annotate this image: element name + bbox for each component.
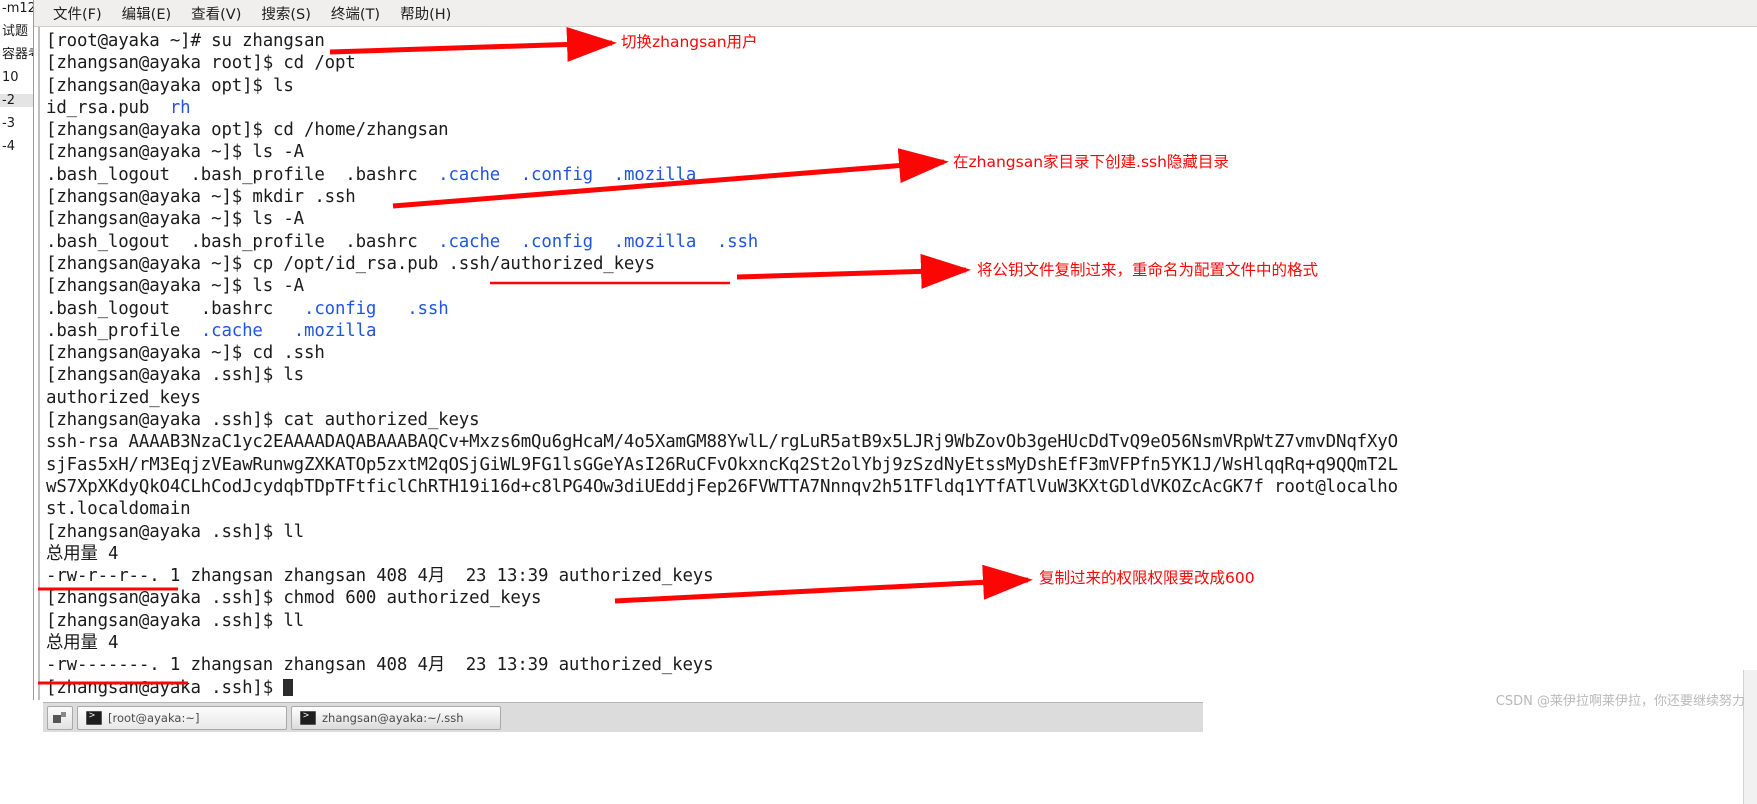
terminal-line: [zhangsan@ayaka opt]$ ls [46,75,294,96]
terminal-text: .bash_profile [46,320,201,341]
directory-name: .cache [438,231,501,252]
terminal-line: [zhangsan@ayaka .ssh]$ ll [46,521,305,542]
directory-name: .config [520,164,593,185]
terminal-icon [300,710,316,725]
terminal-line: .bash_profile .cache .mozilla [40,320,1757,342]
directory-name: rh [169,97,191,118]
terminal-icon [86,710,102,725]
terminal-line: wS7XpXKdyQkO4CLhCodJcydqbTDpTFtficlChRTH… [46,476,1398,497]
terminal-line: ssh-rsa AAAAB3NzaC1yc2EAAAADAQABAAABAQCv… [46,432,1398,453]
menu-file[interactable]: 文件(F) [44,1,111,26]
directory-name: .mozilla [293,320,377,341]
terminal-text: .bash_logout .bash_profile .bashrc [46,164,439,185]
menu-bar: 文件(F) 编辑(E) 查看(V) 搜索(S) 终端(T) 帮助(H) [34,0,1757,27]
menu-edit[interactable]: 编辑(E) [113,1,180,26]
terminal-text: .bash_logout .bash_profile .bashrc [46,231,439,252]
terminal-line: [zhangsan@ayaka .ssh]$ ls [46,365,305,386]
scrollbar[interactable] [1743,670,1757,804]
taskbar-task-label: [root@ayaka:~] [108,710,200,725]
terminal-cursor [283,678,294,696]
taskbar-task-label: zhangsan@ayaka:~/.ssh [322,710,464,725]
taskbar-task[interactable]: zhangsan@ayaka:~/.ssh [291,705,501,730]
terminal-line: [zhangsan@ayaka .ssh]$ ll [46,610,305,631]
menu-search[interactable]: 搜索(S) [252,1,320,26]
directory-name: .cache [200,320,263,341]
terminal-line: id_rsa.pub rh [40,97,1757,119]
terminal-line: -rw-r--r--. 1 zhangsan zhangsan 408 4月 2… [46,566,714,587]
annotation-create-ssh-dir: 在zhangsan家目录下创建.ssh隐藏目录 [953,153,1229,171]
terminal-line: [zhangsan@ayaka ~]$ mkdir .ssh [46,187,356,208]
screen: -m12 试题 容器考 10 -2 -3 -4 文件(F) 编辑(E) 查看(V) 搜索(S) 终端… [0,0,1757,804]
annotation-switch-user: 切换zhangsan用户 [621,33,758,51]
terminal-line: 总用量 4 [46,633,119,654]
terminal-line: sjFas5xH/rM3EqjzVEawRunwgZXKATOp5zxtM2qO… [46,454,1398,475]
terminal-line: [zhangsan@ayaka ~]$ ls -A [46,209,305,230]
terminal-line: [zhangsan@ayaka .ssh]$ cat authorized_ke… [46,410,480,431]
directory-name: .mozilla [613,231,697,252]
terminal-line: 总用量 4 [46,543,119,564]
terminal-line: st.localdomain [46,499,191,520]
annotation-copy-pubkey: 将公钥文件复制过来，重命名为配置文件中的格式 [977,261,1319,279]
terminal-text: .bash_logout .bashrc [46,298,305,319]
directory-name: .ssh [407,298,449,319]
terminal-line: [zhangsan@ayaka ~]$ ls -A [46,276,305,297]
terminal-line: authorized_keys [46,387,201,408]
taskbar-tasks: [root@ayaka:~] zhangsan@ayaka:~/.ssh [43,702,1203,732]
terminal-line: [zhangsan@ayaka opt]$ cd /home/zhangsan [46,120,449,141]
terminal-text: id_rsa.pub [46,97,170,118]
directory-name: .mozilla [613,164,697,185]
taskbar-task[interactable]: [root@ayaka:~] [77,705,287,730]
watermark: CSDN @莱伊拉啊莱伊拉，你还要继续努力 [1495,694,1745,709]
directory-name: .config [520,231,593,252]
terminal-line: [zhangsan@ayaka root]$ cd /opt [46,53,356,74]
terminal-line: [zhangsan@ayaka .ssh]$ chmod 600 authori… [46,588,542,609]
terminal-line: .bash_logout .bash_profile .bashrc .cach… [40,231,1757,253]
directory-name: .cache [438,164,501,185]
terminal-window: 文件(F) 编辑(E) 查看(V) 搜索(S) 终端(T) 帮助(H) [root@aya… [33,0,1757,700]
terminal-line: -rw-------. 1 zhangsan zhangsan 408 4月 2… [46,655,714,676]
terminal-line: .bash_logout .bashrc .config .ssh [40,298,1757,320]
directory-name: .ssh [716,231,759,252]
show-desktop-icon[interactable] [47,705,73,730]
menu-terminal[interactable]: 终端(T) [322,1,389,26]
terminal-output-area[interactable]: [root@ayaka ~]# su zhangsan [zhangsan@aya… [34,27,1757,700]
directory-name: .config [304,298,377,319]
menu-view[interactable]: 查看(V) [182,1,250,26]
taskbar: [root@ayaka:~] zhangsan@ayaka:~/.ssh [33,700,1757,804]
annotation-change-perm: 复制过来的权限权限要改成600 [1039,569,1255,587]
terminal-line: [zhangsan@ayaka ~]$ cp /opt/id_rsa.pub .… [46,253,655,274]
menu-help[interactable]: 帮助(H) [391,1,460,26]
terminal-line: [zhangsan@ayaka ~]$ cd .ssh [46,343,325,364]
terminal-line: .bash_logout .bash_profile .bashrc .cach… [40,164,1757,186]
terminal-line: [zhangsan@ayaka ~]$ ls -A [46,142,305,163]
terminal-line: [root@ayaka ~]# su zhangsan [46,31,325,51]
